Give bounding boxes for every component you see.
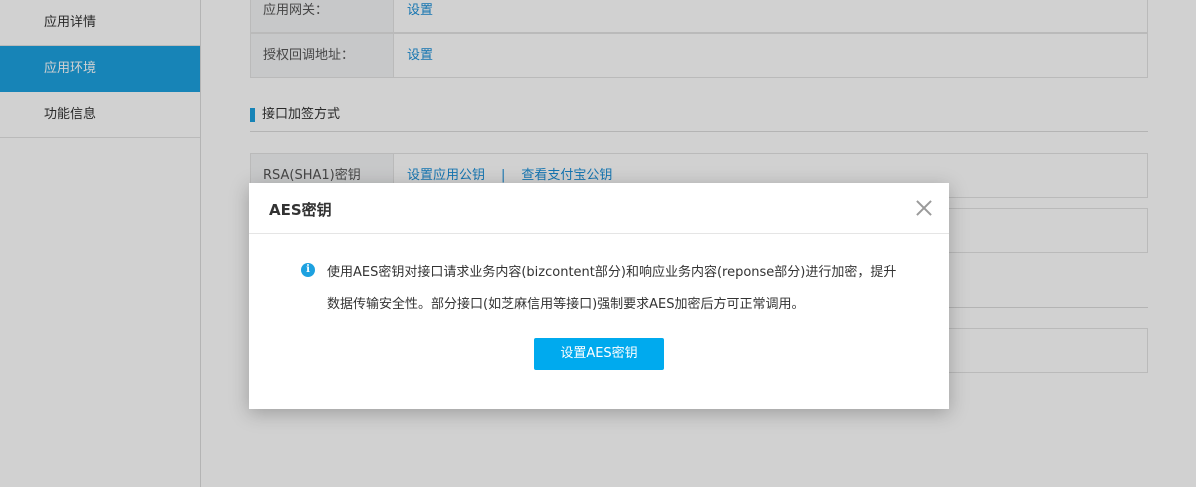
info-icon: i [301,263,315,277]
aes-key-modal: AES密钥 i 使用AES密钥对接口请求业务内容(bizcontent部分)和响… [249,183,949,409]
close-icon[interactable] [913,197,935,219]
modal-header: AES密钥 [249,183,949,234]
set-aes-key-button[interactable]: 设置AES密钥 [534,338,664,370]
modal-message-line1: 使用AES密钥对接口请求业务内容(bizcontent部分)和响应业务内容(re… [327,265,897,280]
modal-title: AES密钥 [269,201,332,219]
modal-message-line2: 数据传输安全性。部分接口(如芝麻信用等接口)强制要求AES加密后方可正常调用。 [327,297,805,312]
